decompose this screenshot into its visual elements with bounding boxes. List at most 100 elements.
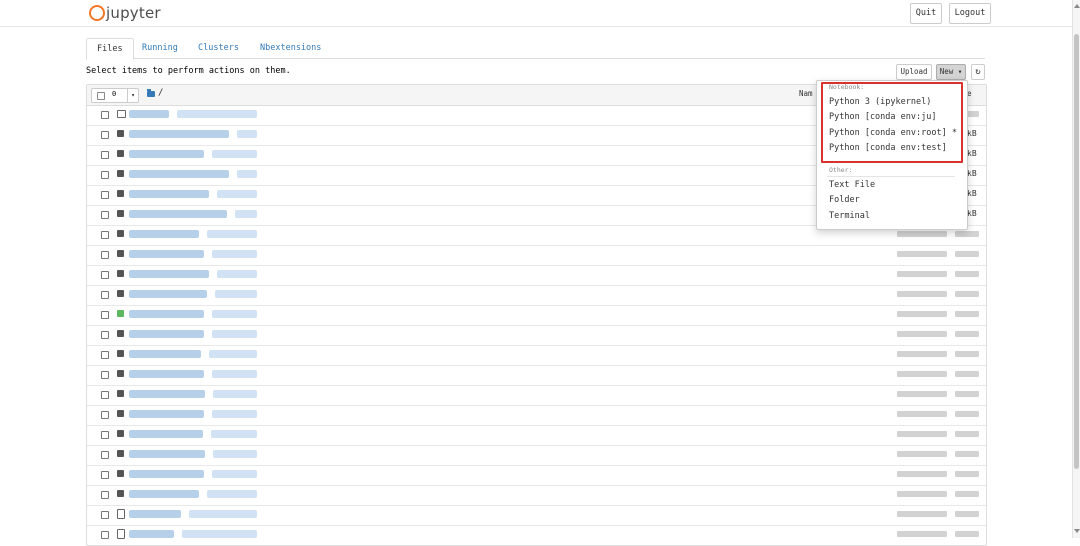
table-row[interactable] <box>87 485 986 506</box>
row-filename-blur <box>211 430 257 438</box>
row-file-size <box>955 271 979 277</box>
table-row[interactable] <box>87 365 986 386</box>
row-checkbox[interactable] <box>101 331 109 339</box>
row-modified-date <box>897 311 947 317</box>
table-row[interactable] <box>87 425 986 446</box>
row-modified-date <box>897 531 947 537</box>
select-all-control[interactable]: 0 ▾ <box>91 88 139 103</box>
row-filename-link[interactable] <box>129 170 229 178</box>
select-caret-icon[interactable]: ▾ <box>127 89 138 102</box>
table-row[interactable] <box>87 405 986 426</box>
row-filename-link[interactable] <box>129 150 204 158</box>
row-filename-link[interactable] <box>129 470 204 478</box>
row-filename-link[interactable] <box>129 430 203 438</box>
scroll-down-arrow-icon[interactable] <box>1074 529 1080 533</box>
row-checkbox[interactable] <box>101 371 109 379</box>
row-checkbox[interactable] <box>101 151 109 159</box>
row-filename-link[interactable] <box>129 490 199 498</box>
tab-running[interactable]: Running <box>132 38 188 58</box>
row-filename-link[interactable] <box>129 510 181 518</box>
folder-icon[interactable] <box>147 89 155 97</box>
instructions-text: Select items to perform actions on them. <box>86 66 291 76</box>
row-checkbox[interactable] <box>101 351 109 359</box>
header-bar: jupyter Quit Logout <box>0 0 1072 27</box>
row-filename-link[interactable] <box>129 370 204 378</box>
row-checkbox[interactable] <box>101 251 109 259</box>
menu-item-terminal[interactable]: Terminal <box>829 211 870 221</box>
quit-button[interactable]: Quit <box>910 3 942 24</box>
jupyter-logo[interactable]: jupyter <box>88 3 161 23</box>
row-checkbox[interactable] <box>101 491 109 499</box>
row-filename-blur <box>237 170 257 178</box>
row-filename-link[interactable] <box>129 310 204 318</box>
table-row[interactable] <box>87 465 986 486</box>
new-dropdown-button[interactable]: New ▾ <box>936 64 966 80</box>
row-file-size <box>955 531 979 537</box>
table-row[interactable] <box>87 385 986 406</box>
row-filename-link[interactable] <box>129 110 169 118</box>
row-filename-link[interactable] <box>129 450 205 458</box>
row-filename-blur <box>212 150 257 158</box>
row-checkbox[interactable] <box>101 311 109 319</box>
notebook-icon <box>117 490 124 497</box>
breadcrumb-path[interactable]: / <box>158 88 163 98</box>
table-row[interactable] <box>87 265 986 286</box>
row-filename-blur <box>217 190 257 198</box>
upload-button[interactable]: Upload <box>896 64 932 80</box>
tab-nbextensions[interactable]: Nbextensions <box>250 38 331 58</box>
row-filename-blur <box>189 510 257 518</box>
tab-clusters[interactable]: Clusters <box>188 38 249 58</box>
row-checkbox[interactable] <box>101 411 109 419</box>
table-row[interactable] <box>87 285 986 306</box>
refresh-button[interactable]: ↻ <box>971 64 985 80</box>
table-row[interactable] <box>87 525 986 545</box>
row-filename-link[interactable] <box>129 210 227 218</box>
row-filename-link[interactable] <box>129 530 174 538</box>
row-filename-link[interactable] <box>129 350 201 358</box>
notebook-icon <box>117 330 124 337</box>
table-row[interactable] <box>87 305 986 326</box>
table-row[interactable] <box>87 245 986 266</box>
row-filename-link[interactable] <box>129 190 209 198</box>
row-modified-date <box>897 491 947 497</box>
scrollbar-thumb[interactable] <box>1074 34 1079 469</box>
row-checkbox[interactable] <box>101 291 109 299</box>
row-checkbox[interactable] <box>101 511 109 519</box>
file-icon <box>117 509 125 519</box>
table-row[interactable] <box>87 325 986 346</box>
row-checkbox[interactable] <box>101 471 109 479</box>
row-checkbox[interactable] <box>101 391 109 399</box>
row-checkbox[interactable] <box>101 451 109 459</box>
row-checkbox[interactable] <box>101 211 109 219</box>
row-file-size: kB <box>967 129 977 138</box>
row-filename-link[interactable] <box>129 290 207 298</box>
row-filename-link[interactable] <box>129 390 205 398</box>
menu-item-text-file[interactable]: Text File <box>829 180 875 190</box>
logout-button[interactable]: Logout <box>949 3 991 24</box>
row-file-size <box>955 371 979 377</box>
table-row[interactable] <box>87 345 986 366</box>
page-scrollbar[interactable] <box>1072 0 1080 538</box>
row-filename-link[interactable] <box>129 250 204 258</box>
row-checkbox[interactable] <box>101 191 109 199</box>
row-checkbox[interactable] <box>101 111 109 119</box>
sort-by-name-button[interactable]: Nam <box>799 89 813 98</box>
scroll-up-arrow-icon[interactable] <box>1074 4 1080 8</box>
select-all-checkbox[interactable] <box>97 92 105 100</box>
row-filename-link[interactable] <box>129 230 199 238</box>
row-checkbox[interactable] <box>101 231 109 239</box>
notebook-icon <box>117 190 124 197</box>
menu-item-folder[interactable]: Folder <box>829 195 860 205</box>
row-checkbox[interactable] <box>101 271 109 279</box>
row-filename-link[interactable] <box>129 270 209 278</box>
tab-files[interactable]: Files <box>86 38 134 60</box>
row-filename-link[interactable] <box>129 410 204 418</box>
row-checkbox[interactable] <box>101 131 109 139</box>
row-filename-link[interactable] <box>129 130 229 138</box>
table-row[interactable] <box>87 445 986 466</box>
table-row[interactable] <box>87 505 986 526</box>
row-checkbox[interactable] <box>101 171 109 179</box>
row-checkbox[interactable] <box>101 431 109 439</box>
row-filename-link[interactable] <box>129 330 204 338</box>
notebook-icon <box>117 430 124 437</box>
